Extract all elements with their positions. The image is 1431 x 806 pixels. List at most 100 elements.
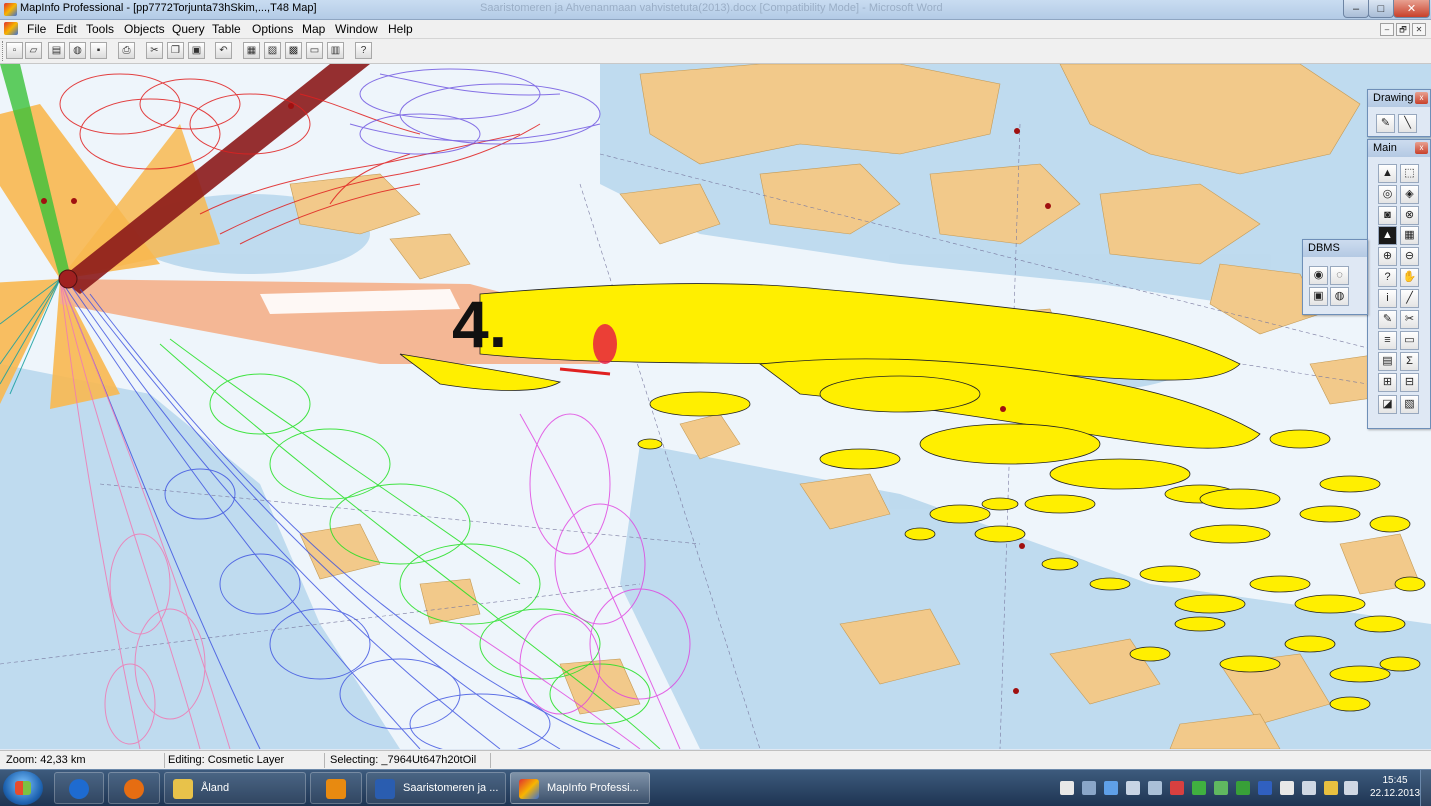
tray-monitor-icon[interactable] [1148,781,1162,795]
status-zoom[interactable]: Zoom: 42,33 km [2,753,165,768]
drawing-palette-close-button[interactable]: x [1415,92,1428,104]
select-tool-icon[interactable]: ▲ [1378,164,1397,183]
menu-query[interactable]: Query [172,22,205,36]
info-tool-icon[interactable]: i [1378,289,1397,308]
radius-select-icon[interactable]: ◎ [1378,185,1397,204]
hotlink-icon[interactable]: ╱ [1400,289,1419,308]
maximize-button[interactable]: □ [1368,0,1394,18]
status-selecting[interactable]: Selecting: _7964Ut647h20tOil [326,753,491,768]
dbms-connection-icon[interactable]: ▣ [1309,287,1328,306]
new-document-icon[interactable]: ▫ [6,42,23,59]
drag-map-window-icon[interactable]: ✂ [1400,310,1419,329]
refresh-dbms-icon[interactable]: ◌ [1330,266,1349,285]
menu-help[interactable]: Help [388,22,413,36]
help-pointer-icon[interactable]: ? [355,42,372,59]
tray-shield-icon[interactable] [1258,781,1272,795]
new-grapher-icon[interactable]: ▩ [285,42,302,59]
copy-icon[interactable]: ❐ [167,42,184,59]
statistics-icon[interactable]: Σ [1400,352,1419,371]
open-dbms-icon[interactable]: ◍ [69,42,86,59]
line-tool-icon[interactable]: ╲ [1398,114,1417,133]
unselect-all-icon[interactable]: ⊗ [1400,206,1419,225]
menu-map[interactable]: Map [302,22,325,36]
layout-tool-icon[interactable]: ▧ [1400,395,1419,414]
change-view-icon[interactable]: ? [1378,268,1397,287]
drawing-palette[interactable]: Drawing x ✎ ╲ [1367,89,1431,137]
mdi-minimize-button[interactable]: ‒ [1380,23,1394,36]
open-folder-icon[interactable]: ▱ [25,42,42,59]
dbms-palette[interactable]: DBMS ◉ ◌ ▣ ◍ [1302,239,1368,315]
dbms-palette-title[interactable]: DBMS [1303,240,1367,257]
open-workspace-icon[interactable]: ▤ [48,42,65,59]
menu-tools[interactable]: Tools [86,22,114,36]
menu-table[interactable]: Table [212,22,241,36]
taskbar-word-document[interactable]: Saaristomeren ja ... [366,772,506,804]
menu-edit[interactable]: Edit [56,22,77,36]
tray-volume-icon[interactable] [1344,781,1358,795]
polygon-select-icon[interactable]: ◈ [1400,185,1419,204]
taskbar-outlook[interactable] [310,772,362,804]
main-palette-title[interactable]: Main x [1368,140,1430,157]
thematic-icon[interactable]: ◪ [1378,395,1397,414]
boundary-select-icon[interactable]: ◙ [1378,206,1397,225]
close-button[interactable]: ✕ [1393,0,1430,18]
tray-sync-icon[interactable] [1192,781,1206,795]
tray-network-icon[interactable] [1082,781,1096,795]
taskbar-mapinfo[interactable]: MapInfo Professi... [510,772,650,804]
new-browser-icon[interactable]: ▦ [243,42,260,59]
grabber-hand-icon[interactable]: ✋ [1400,268,1419,287]
new-mapper-icon[interactable]: ▧ [264,42,281,59]
main-palette[interactable]: Main x ▲ ⬚ ◎ ◈ ◙ ⊗ ▲ ▦ ⊕ ⊖ ? ✋ i ╱ ✎ ✂ ≡… [1367,139,1431,429]
layer-control-icon[interactable]: ≡ [1378,331,1397,350]
tray-signal-icon[interactable] [1324,781,1338,795]
invert-selection-icon[interactable]: ▲ [1378,226,1397,245]
start-button[interactable] [3,771,43,805]
tray-window-icon[interactable] [1060,781,1074,795]
marquee-select-icon[interactable]: ⬚ [1400,164,1419,183]
pen-tool-icon[interactable]: ✎ [1376,114,1395,133]
label-tool-icon[interactable]: ✎ [1378,310,1397,329]
status-editing[interactable]: Editing: Cosmetic Layer [164,753,325,768]
show-desktop-button[interactable] [1420,770,1431,806]
zoom-out-icon[interactable]: ⊖ [1400,247,1419,266]
menu-options[interactable]: Options [252,22,293,36]
menu-objects[interactable]: Objects [124,22,165,36]
tray-bluetooth-icon[interactable] [1104,781,1118,795]
mapinfo-app-icon[interactable] [4,3,17,16]
set-clip-icon[interactable]: ⊟ [1400,373,1419,392]
dbms-globe-icon[interactable]: ◍ [1330,287,1349,306]
menu-file[interactable]: File [27,22,46,36]
tray-antivirus-icon[interactable] [1170,781,1184,795]
toolbar-grip[interactable] [2,41,5,61]
show-legend-icon[interactable]: ▤ [1378,352,1397,371]
taskbar-internet-explorer[interactable] [54,772,104,804]
mdi-close-button[interactable]: ✕ [1412,23,1426,36]
new-layout-icon[interactable]: ▭ [306,42,323,59]
paste-icon[interactable]: ▣ [188,42,205,59]
tray-power-icon[interactable] [1302,781,1316,795]
map-canvas[interactable] [0,64,1431,749]
print-icon[interactable]: ⎙ [118,42,135,59]
cut-icon[interactable]: ✂ [146,42,163,59]
tray-battery-icon[interactable] [1236,781,1250,795]
window-titlebar[interactable]: MapInfo Professional - [pp7772Torjunta73… [0,0,1431,20]
graph-select-icon[interactable]: ▦ [1400,226,1419,245]
new-redistrict-icon[interactable]: ▥ [327,42,344,59]
minimize-button[interactable]: ‒ [1343,0,1369,18]
tray-device-icon[interactable] [1126,781,1140,795]
ruler-icon[interactable]: ▭ [1400,331,1419,350]
clip-region-icon[interactable]: ⊞ [1378,373,1397,392]
main-palette-close-button[interactable]: x [1415,142,1428,154]
taskbar-firefox[interactable] [108,772,160,804]
open-dbms-table-icon[interactable]: ◉ [1309,266,1328,285]
save-icon[interactable]: ▪ [90,42,107,59]
map-window[interactable]: 4. [0,64,1431,749]
undo-icon[interactable]: ↶ [215,42,232,59]
taskbar-clock[interactable]: 15:45 22.12.2013 [1370,774,1420,800]
tray-update-icon[interactable] [1214,781,1228,795]
mdi-restore-button[interactable]: 🗗 [1396,23,1410,36]
menu-window[interactable]: Window [335,22,378,36]
zoom-in-icon[interactable]: ⊕ [1378,247,1397,266]
taskbar-aland-folder[interactable]: Åland [164,772,306,804]
map-window-icon[interactable] [4,22,18,35]
